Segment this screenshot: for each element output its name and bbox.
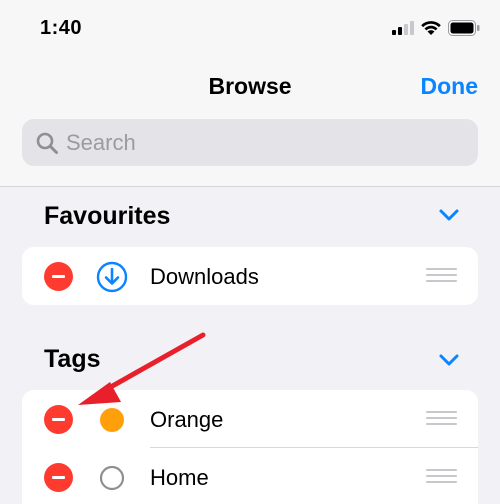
favourites-list: Downloads [22,247,478,305]
chevron-down-icon[interactable] [438,208,460,222]
download-circle-icon [96,261,128,293]
orange-tag-dot-icon [96,404,128,436]
item-label: Home [150,465,209,490]
reorder-handle-icon[interactable] [426,411,457,427]
favourites-header: Favourites [44,202,171,230]
chevron-down-icon[interactable] [438,353,460,367]
reorder-handle-icon[interactable] [426,268,457,284]
search-input[interactable] [66,129,446,156]
remove-button[interactable] [44,405,73,434]
navigation-header: 1:40 Browse Done [0,0,500,187]
remove-button[interactable] [44,463,73,492]
search-icon [34,130,60,156]
item-label: Orange [150,407,224,432]
tags-list: Orange Home [22,390,478,504]
battery-icon [448,20,480,36]
reorder-handle-icon[interactable] [426,469,457,485]
wifi-icon [421,21,441,35]
list-item-home[interactable]: Home [22,448,478,504]
cellular-signal-icon [392,21,414,35]
list-item-orange[interactable]: Orange [22,390,478,448]
list-item-downloads[interactable]: Downloads [22,247,478,305]
remove-button[interactable] [44,262,73,291]
status-time: 1:40 [40,17,83,39]
item-label: Downloads [150,264,259,289]
empty-tag-circle-icon [96,462,128,494]
search-field[interactable] [22,119,478,166]
done-button[interactable]: Done [421,73,479,100]
status-icons [392,20,480,36]
tags-header: Tags [44,345,101,373]
